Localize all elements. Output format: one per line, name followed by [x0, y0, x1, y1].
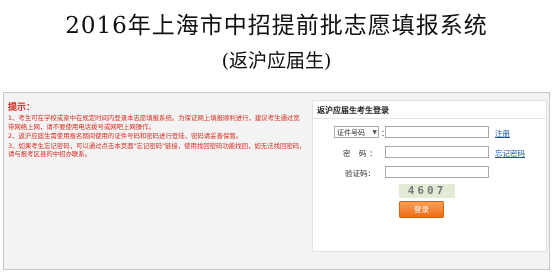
login-button[interactable]: 登录 [399, 201, 444, 218]
captcha-input[interactable] [385, 166, 489, 178]
password-label: 密 码： [343, 149, 380, 158]
register-link[interactable]: 注册 [495, 128, 510, 139]
login-panel: 返沪应届生考生登录 证件号码 ▼ ： 注册 密 码： 忘记密码 验证码： 460… [312, 100, 547, 252]
tip-item: 1、考生可在学校或家中在规定时间内登录本志愿填报系统。为保证网上填报顺利进行，建… [8, 114, 300, 131]
chevron-down-icon: ▼ [372, 129, 377, 136]
login-title: 返沪应届生考生登录 [317, 106, 389, 115]
captcha-label: 验证码： [345, 169, 375, 178]
page-title: 2016年上海市中招提前批志愿填报系统 [65, 13, 488, 39]
page-subtitle: (返沪应届生) [221, 50, 332, 72]
forgot-password-link[interactable]: 忘记密码 [495, 148, 525, 159]
tips-panel: 提示： 1、考生可在学校或家中在规定时间内登录本志愿填报系统。为保证网上填报顺利… [4, 96, 308, 264]
captcha-image[interactable]: 4607 [399, 184, 455, 198]
id-type-selected: 证件号码 [337, 129, 365, 137]
tips-heading: 提示： [8, 103, 36, 113]
tip-item: 2、返沪应届生需使用报名期间使用的证件号码和密码进行登陆，密码请妥善保管。 [8, 132, 243, 141]
tips-list: 1、考生可在学校或家中在规定时间内登录本志愿填报系统。为保证网上填报顺利进行，建… [8, 114, 306, 160]
id-type-select[interactable]: 证件号码 ▼ [334, 126, 379, 138]
password-input[interactable] [385, 146, 489, 158]
tip-item: 3、如果考生忘记密码，可以通过点击本页面"忘记密码"链接，使用找回密码功能找回，… [8, 141, 306, 159]
id-number-input[interactable] [385, 126, 489, 138]
divider [313, 118, 546, 119]
